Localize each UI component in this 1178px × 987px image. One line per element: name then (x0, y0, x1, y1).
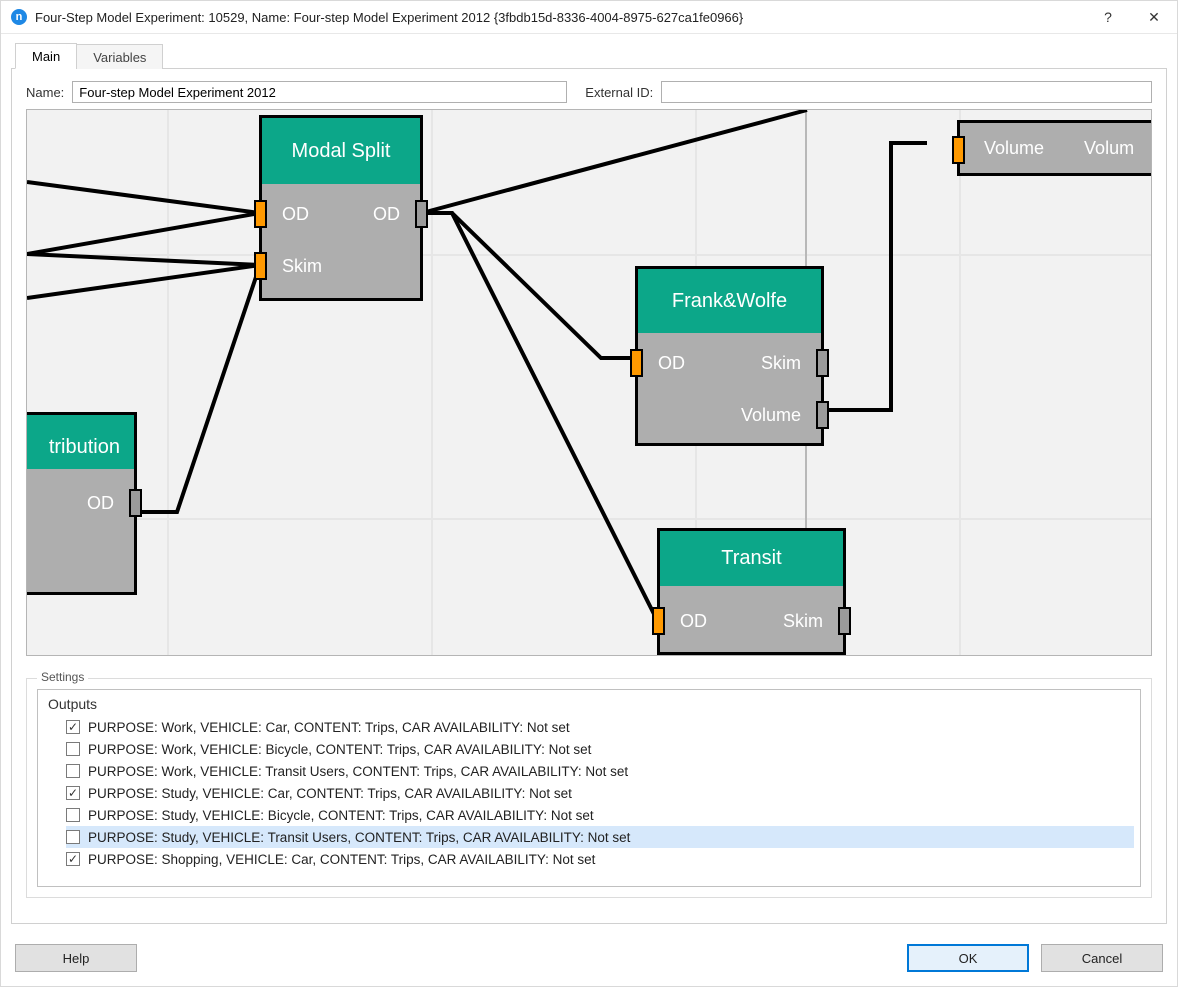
port-label: Skim (761, 353, 801, 374)
port-label: Volume (741, 405, 801, 426)
output-row[interactable]: PURPOSE: Work, VEHICLE: Transit Users, C… (66, 760, 1134, 782)
port-in-icon[interactable] (254, 200, 267, 228)
node-title: Transit (660, 531, 843, 586)
cancel-button[interactable]: Cancel (1041, 944, 1163, 972)
checkbox-icon[interactable] (66, 742, 80, 756)
checkbox-icon[interactable] (66, 808, 80, 822)
output-row[interactable]: PURPOSE: Work, VEHICLE: Bicycle, CONTENT… (66, 738, 1134, 760)
help-button[interactable]: Help (15, 944, 137, 972)
output-row[interactable]: PURPOSE: Study, VEHICLE: Bicycle, CONTEN… (66, 804, 1134, 826)
checkbox-icon[interactable] (66, 786, 80, 800)
port-in-icon[interactable] (254, 252, 267, 280)
port-in-icon[interactable] (630, 349, 643, 377)
port-out-icon[interactable] (129, 489, 142, 517)
dialog-window: n Four-Step Model Experiment: 10529, Nam… (0, 0, 1178, 987)
titlebar: n Four-Step Model Experiment: 10529, Nam… (1, 1, 1177, 34)
checkbox-icon[interactable] (66, 720, 80, 734)
tab-strip: Main Variables (11, 40, 1167, 69)
node-volume[interactable]: Volume Volum (957, 120, 1152, 176)
port-out-icon[interactable] (415, 200, 428, 228)
checkbox-icon[interactable] (66, 852, 80, 866)
port-label: Volume (984, 138, 1044, 159)
output-label: PURPOSE: Work, VEHICLE: Transit Users, C… (88, 764, 628, 779)
output-label: PURPOSE: Study, VEHICLE: Car, CONTENT: T… (88, 786, 572, 801)
port-in-icon[interactable] (952, 136, 965, 164)
tab-main[interactable]: Main (15, 43, 77, 69)
output-row[interactable]: PURPOSE: Study, VEHICLE: Transit Users, … (66, 826, 1134, 848)
port-label: OD (680, 611, 707, 632)
port-out-icon[interactable] (816, 401, 829, 429)
close-icon[interactable]: ✕ (1131, 1, 1177, 33)
node-title: Modal Split (262, 118, 420, 184)
window-title: Four-Step Model Experiment: 10529, Name:… (35, 10, 1085, 25)
outputs-list[interactable]: PURPOSE: Work, VEHICLE: Car, CONTENT: Tr… (38, 714, 1140, 886)
ok-button[interactable]: OK (907, 944, 1029, 972)
node-modal-split[interactable]: Modal Split OD OD Skim (259, 115, 423, 301)
port-label: OD (373, 204, 400, 225)
port-in-icon[interactable] (652, 607, 665, 635)
output-row[interactable]: PURPOSE: Shopping, VEHICLE: Car, CONTENT… (66, 848, 1134, 870)
port-label: Volum (1084, 138, 1134, 159)
output-label: PURPOSE: Work, VEHICLE: Car, CONTENT: Tr… (88, 720, 570, 735)
app-icon: n (11, 9, 27, 25)
node-frank-wolfe[interactable]: Frank&Wolfe OD Skim Volume (635, 266, 824, 446)
port-label: OD (87, 493, 114, 514)
tab-variables[interactable]: Variables (76, 44, 163, 69)
output-row[interactable]: PURPOSE: Study, VEHICLE: Car, CONTENT: T… (66, 782, 1134, 804)
port-out-icon[interactable] (816, 349, 829, 377)
settings-legend: Settings (37, 670, 88, 684)
checkbox-icon[interactable] (66, 764, 80, 778)
port-label: OD (658, 353, 685, 374)
external-id-input[interactable] (661, 81, 1152, 103)
outputs-box: Outputs PURPOSE: Work, VEHICLE: Car, CON… (37, 689, 1141, 887)
help-button-icon[interactable]: ? (1085, 1, 1131, 33)
port-label: Skim (282, 256, 322, 277)
external-id-label: External ID: (585, 85, 653, 100)
dialog-footer: Help OK Cancel (1, 934, 1177, 986)
node-title: Frank&Wolfe (638, 269, 821, 333)
checkbox-icon[interactable] (66, 830, 80, 844)
output-row[interactable]: PURPOSE: Work, VEHICLE: Car, CONTENT: Tr… (66, 716, 1134, 738)
node-distribution-body[interactable]: OD r (26, 469, 137, 595)
graph-canvas[interactable]: Modal Split OD OD Skim (26, 109, 1152, 656)
outputs-title: Outputs (38, 690, 1140, 714)
settings-panel: Settings Outputs PURPOSE: Work, VEHICLE:… (26, 678, 1152, 898)
output-label: PURPOSE: Study, VEHICLE: Transit Users, … (88, 830, 630, 845)
port-label: OD (282, 204, 309, 225)
output-label: PURPOSE: Work, VEHICLE: Bicycle, CONTENT… (88, 742, 591, 757)
tab-body-main: Name: External ID: (11, 69, 1167, 924)
output-label: PURPOSE: Shopping, VEHICLE: Car, CONTENT… (88, 852, 595, 867)
port-label: Skim (783, 611, 823, 632)
output-label: PURPOSE: Study, VEHICLE: Bicycle, CONTEN… (88, 808, 594, 823)
name-label: Name: (26, 85, 64, 100)
name-input[interactable] (72, 81, 567, 103)
node-distribution-header[interactable]: tribution (26, 412, 137, 472)
port-out-icon[interactable] (838, 607, 851, 635)
node-transit[interactable]: Transit OD Skim (657, 528, 846, 655)
